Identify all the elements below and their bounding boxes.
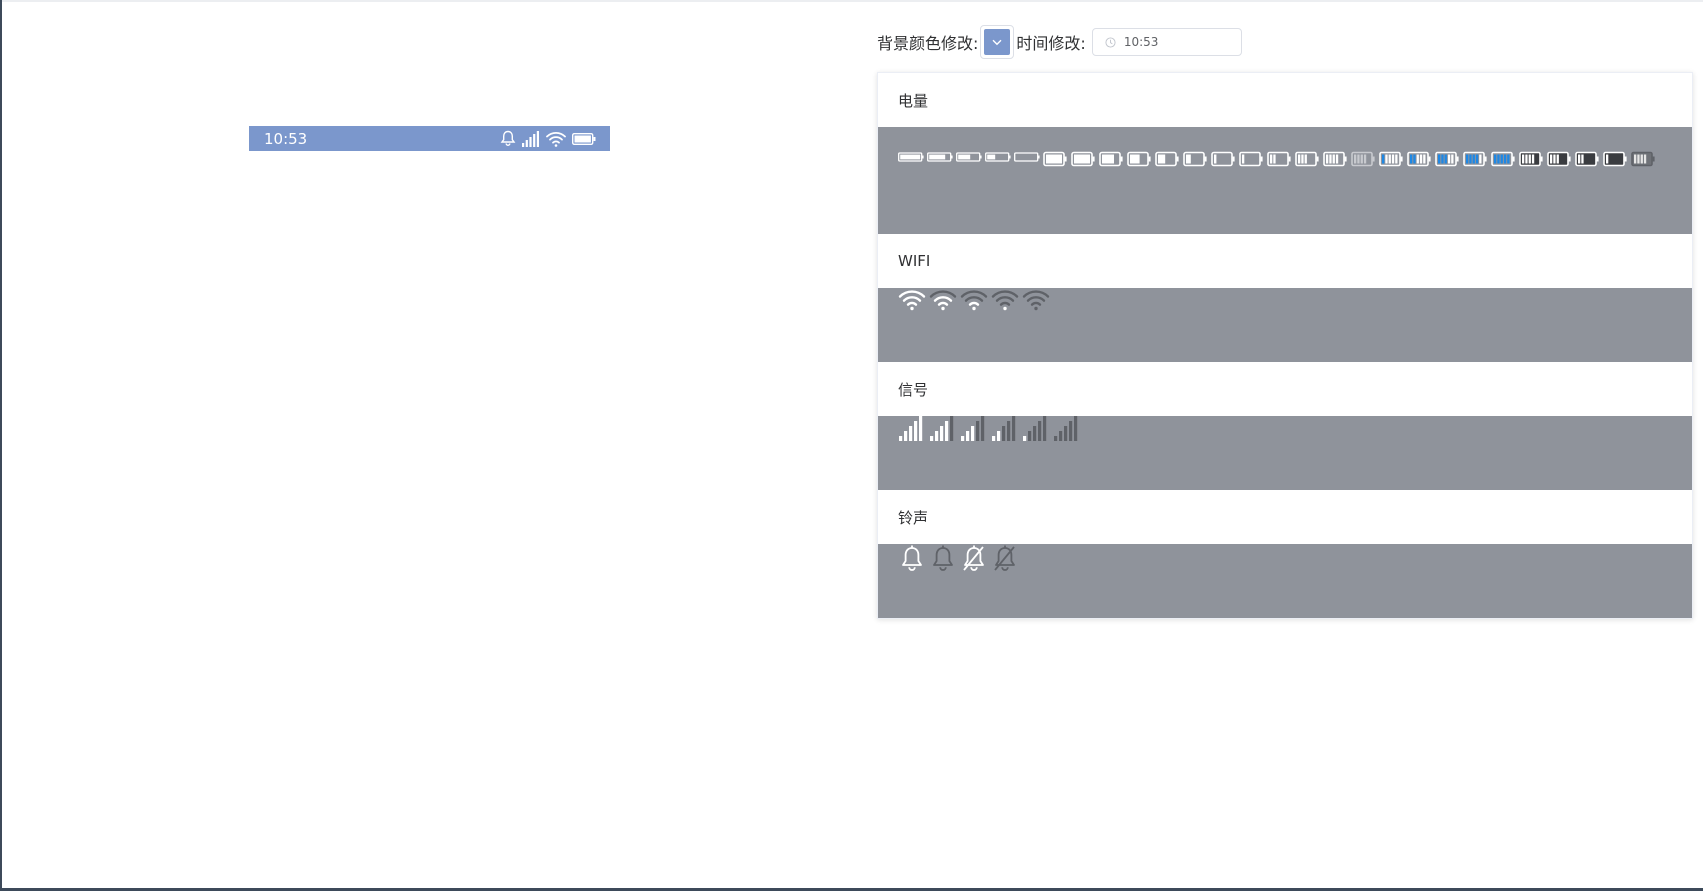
wifi-icon-list: [878, 288, 1692, 362]
ringtone-icon-list: [878, 544, 1692, 618]
section-title-battery: 电量: [898, 91, 929, 110]
bg-color-label: 背景颜色修改:: [877, 34, 979, 53]
time-input-value[interactable]: 10:53: [1124, 35, 1159, 49]
bell-icon: [500, 130, 516, 147]
battery-bars-icon[interactable]: [1519, 151, 1544, 167]
battery-bars-icon[interactable]: [1379, 151, 1404, 167]
battery-icon: [572, 132, 596, 145]
battery-icon-list: [878, 127, 1692, 234]
toolbar: 背景颜色修改: 时间修改: 10:53: [877, 25, 1242, 59]
status-bar-preview: 10:53: [249, 126, 610, 151]
signal-icon[interactable]: [929, 416, 957, 442]
section-title-wifi: WIFI: [898, 252, 931, 270]
battery-long-icon[interactable]: [1014, 151, 1040, 163]
window-top-border: [0, 0, 1703, 2]
battery-icon[interactable]: [1071, 151, 1096, 167]
bell-muted-icon[interactable]: [960, 544, 988, 574]
battery-bars-icon[interactable]: [1323, 151, 1348, 167]
battery-bars-icon[interactable]: [1407, 151, 1432, 167]
battery-bars-icon[interactable]: [1295, 151, 1320, 167]
battery-icon[interactable]: [1155, 151, 1180, 167]
bg-color-picker[interactable]: [980, 25, 1015, 59]
battery-icon[interactable]: [1211, 151, 1236, 167]
signal-icon[interactable]: [1053, 416, 1081, 442]
battery-bars-icon[interactable]: [1463, 151, 1488, 167]
status-bar-time: 10:53: [264, 129, 308, 148]
signal-icon[interactable]: [898, 416, 926, 442]
window-left-border: [0, 0, 2, 891]
bell-muted-icon[interactable]: [991, 544, 1019, 574]
signal-icon-list: [878, 416, 1692, 490]
battery-long-icon[interactable]: [898, 151, 924, 163]
signal-icon[interactable]: [960, 416, 988, 442]
battery-bars-icon[interactable]: [1491, 151, 1516, 167]
status-bar-icons: [500, 130, 596, 147]
battery-bars-icon[interactable]: [1603, 151, 1628, 167]
bell-icon[interactable]: [898, 544, 926, 574]
section-title-signal: 信号: [898, 380, 929, 399]
wifi-icon[interactable]: [991, 288, 1019, 312]
battery-bars-icon[interactable]: [1575, 151, 1600, 167]
battery-icon[interactable]: [1183, 151, 1208, 167]
battery-bars-icon[interactable]: [1631, 151, 1656, 167]
icon-panel: 电量 WIFI 信号 铃声: [877, 72, 1693, 619]
battery-icon[interactable]: [1043, 151, 1068, 167]
battery-icon[interactable]: [1099, 151, 1124, 167]
battery-bars-icon[interactable]: [1267, 151, 1292, 167]
battery-long-icon[interactable]: [985, 151, 1011, 163]
signal-icon: [522, 130, 540, 147]
wifi-icon[interactable]: [1022, 288, 1050, 312]
battery-long-icon[interactable]: [956, 151, 982, 163]
wifi-icon[interactable]: [898, 288, 926, 312]
battery-bars-icon[interactable]: [1239, 151, 1264, 167]
battery-bars-icon[interactable]: [1351, 151, 1376, 167]
clock-icon: [1105, 36, 1116, 48]
battery-long-icon[interactable]: [927, 151, 953, 163]
time-label: 时间修改:: [1016, 34, 1086, 53]
signal-icon[interactable]: [1022, 416, 1050, 442]
battery-bars-icon[interactable]: [1547, 151, 1572, 167]
bell-icon[interactable]: [929, 544, 957, 574]
time-picker-input[interactable]: 10:53: [1091, 28, 1242, 56]
chevron-down-icon: [992, 39, 1002, 45]
signal-icon[interactable]: [991, 416, 1019, 442]
wifi-icon: [546, 131, 566, 147]
section-title-ringtone: 铃声: [898, 508, 929, 527]
wifi-icon[interactable]: [929, 288, 957, 312]
battery-icon[interactable]: [1127, 151, 1152, 167]
wifi-icon[interactable]: [960, 288, 988, 312]
battery-bars-icon[interactable]: [1435, 151, 1460, 167]
color-swatch[interactable]: [984, 29, 1011, 55]
